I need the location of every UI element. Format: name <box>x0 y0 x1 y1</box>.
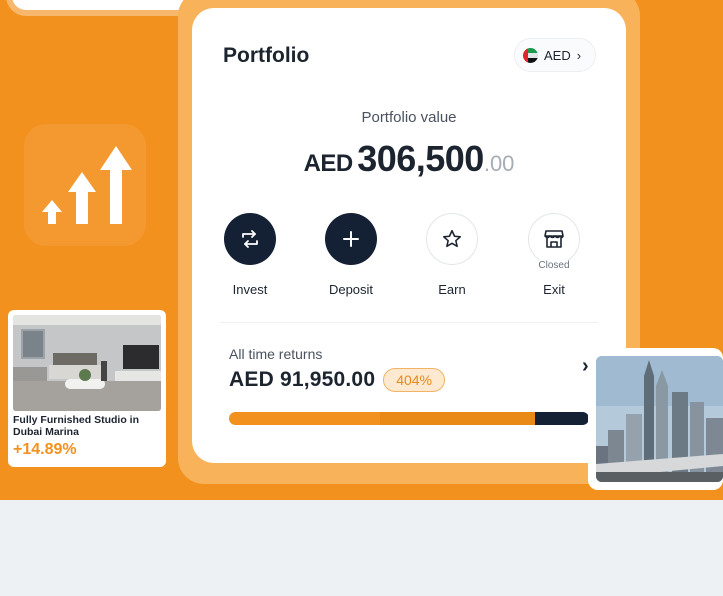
uae-flag-icon <box>523 47 538 63</box>
earn-label: Earn <box>438 282 466 297</box>
city-photo <box>596 356 723 482</box>
exit-button[interactable]: Closed Exit <box>514 213 594 297</box>
chevron-right-icon: › <box>576 47 582 63</box>
currency-code: AED <box>544 47 571 63</box>
returns-percent-badge: 404% <box>383 368 446 392</box>
property-card[interactable]: Fully Furnished Studio in Dubai Marina +… <box>8 310 166 467</box>
portfolio-value-main: 306,500 <box>357 138 484 179</box>
portfolio-value-currency: AED <box>303 150 354 177</box>
star-icon <box>442 229 462 248</box>
bar-segment <box>229 412 381 425</box>
city-photo-card <box>588 348 723 490</box>
plus-icon <box>343 231 359 247</box>
portfolio-title: Portfolio <box>223 44 310 67</box>
portfolio-card: Portfolio AED › Portfolio value AED 306,… <box>192 8 626 463</box>
property-image <box>13 315 161 411</box>
portfolio-value: AED 306,500.00 <box>192 138 626 180</box>
deposit-button[interactable]: Deposit <box>311 213 391 297</box>
bar-segment <box>534 412 589 425</box>
closed-tag: Closed <box>535 260 573 271</box>
property-change: +14.89% <box>13 441 77 458</box>
portfolio-value-label: Portfolio value <box>361 109 457 126</box>
all-time-returns-label: All time returns <box>229 346 323 362</box>
deposit-circle[interactable] <box>325 213 377 265</box>
earn-button[interactable]: Earn <box>412 213 492 297</box>
exit-label: Exit <box>543 282 565 297</box>
swap-icon <box>242 230 258 248</box>
growth-arrows-icon <box>42 146 132 224</box>
all-time-returns-value: AED 91,950.00 <box>229 368 376 391</box>
currency-selector[interactable]: AED › <box>514 38 596 72</box>
invest-label: Invest <box>232 282 268 297</box>
store-icon <box>544 230 564 248</box>
divider <box>220 322 598 323</box>
exit-circle[interactable]: Closed <box>528 213 580 271</box>
portfolio-value-decimal: .00 <box>483 151 515 176</box>
growth-arrows-tile <box>24 124 146 246</box>
all-time-returns-row[interactable]: AED 91,950.00 404% <box>229 368 446 392</box>
bar-segment <box>380 412 535 425</box>
invest-circle[interactable] <box>224 213 276 265</box>
returns-progress-bar <box>229 412 589 425</box>
deposit-label: Deposit <box>328 282 374 297</box>
invest-button[interactable]: Invest <box>210 213 290 297</box>
earn-circle[interactable] <box>426 213 478 265</box>
hero-banner: Portfolio AED › Portfolio value AED 306,… <box>0 0 723 500</box>
action-row: Invest Deposit Earn Closed Exit <box>205 213 615 308</box>
property-title: Fully Furnished Studio in Dubai Marina <box>13 414 139 438</box>
